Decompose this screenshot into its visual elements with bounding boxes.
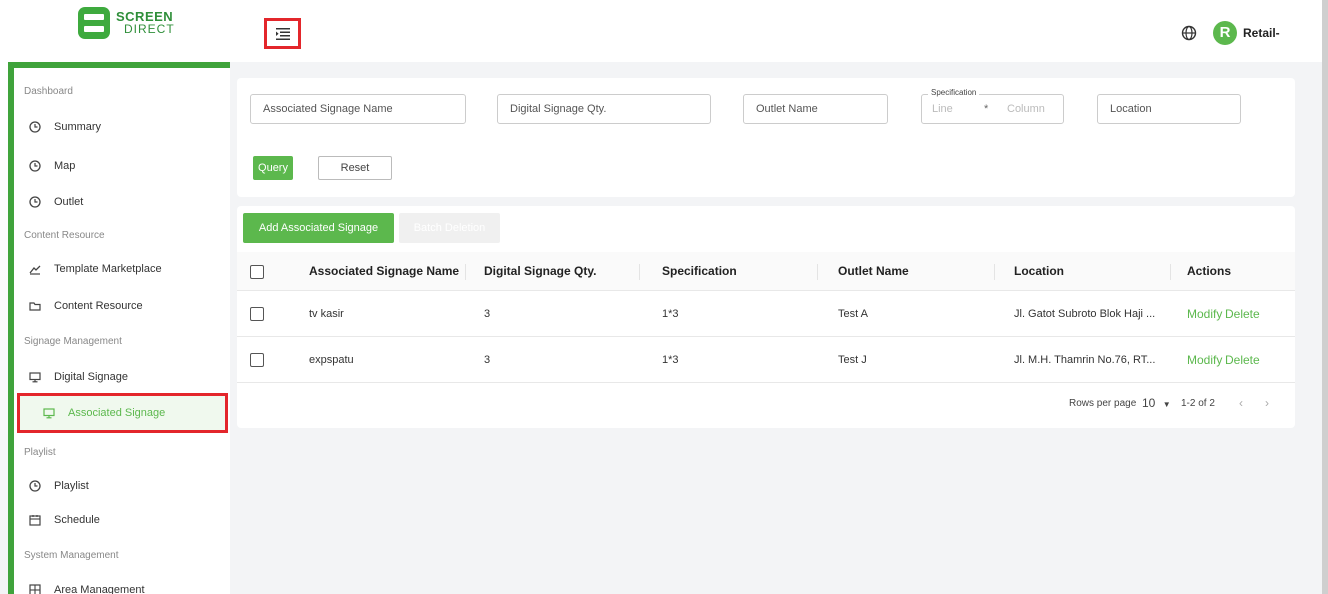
table-row: expspatu 3 1*3 Test J Jl. M.H. Thamrin N… [237,337,1295,383]
sidebar-item-summary[interactable]: Summary [28,116,101,138]
select-all-checkbox[interactable] [250,265,264,279]
top-header: SCREEN DIRECT R Retail- [0,0,1328,62]
calendar-icon [28,513,42,527]
sidebar-item-label: Content Resource [54,300,143,312]
add-associated-signage-button[interactable]: Add Associated Signage [243,213,394,243]
section-content-resource: Content Resource [24,230,105,241]
outlet-name-input[interactable]: Outlet Name [743,94,888,124]
column-divider [817,264,818,280]
column-header[interactable]: Associated Signage Name [309,252,459,291]
pagination-range: 1-2 of 2 [1181,398,1215,409]
associated-signage-name-input[interactable]: Associated Signage Name [250,94,466,124]
row-checkbox[interactable] [250,353,264,367]
sidebar-item-label: Outlet [54,196,84,208]
sidebar-item-schedule[interactable]: Schedule [28,509,100,531]
query-button[interactable]: Query [253,156,293,180]
sidebar-item-label: Playlist [54,480,89,492]
table-header: Associated Signage Name Digital Signage … [237,252,1295,291]
cell-name: expspatu [309,354,354,366]
sidebar-item-playlist[interactable]: Playlist [28,475,89,497]
column-header[interactable]: Location [1014,252,1064,291]
rows-per-page-label: Rows per page [1069,398,1137,409]
cell-qty: 3 [484,308,491,320]
column-header[interactable]: Digital Signage Qty. [484,252,596,291]
sidebar-item-template-marketplace[interactable]: Template Marketplace [28,258,162,280]
batch-deletion-button[interactable]: Batch Deletion [399,213,500,243]
grid-icon [28,583,42,594]
menu-collapse-button[interactable] [264,18,301,49]
row-checkbox[interactable] [250,307,264,321]
user-avatar[interactable]: R [1213,21,1237,45]
column-divider [465,264,466,280]
column-header[interactable]: Specification [662,252,737,291]
modify-link[interactable]: Modify [1187,291,1222,337]
folder-icon [28,299,42,313]
sidebar-item-map[interactable]: Map [28,155,75,177]
column-divider [1170,264,1171,280]
user-name[interactable]: Retail- [1243,26,1280,40]
cell-qty: 3 [484,354,491,366]
sidebar-item-label: Template Marketplace [54,263,162,275]
section-system-management: System Management [24,550,119,561]
clock-icon [28,479,42,493]
cell-location: Jl. Gatot Subroto Blok Haji ... [1014,308,1156,320]
column-header: Actions [1187,264,1232,278]
column-divider [994,264,995,280]
cell-spec: 1*3 [662,354,679,366]
monitor-icon [42,406,56,420]
table-row: tv kasir 3 1*3 Test A Jl. Gatot Subroto … [237,291,1295,337]
next-page-icon[interactable]: › [1265,396,1269,410]
sidebar-item-label: Summary [54,121,102,133]
delete-link[interactable]: Delete [1225,337,1260,383]
clock-icon [28,195,42,209]
sidebar-edge [0,62,14,594]
globe-icon[interactable] [1178,22,1200,44]
sidebar-item-label: Schedule [54,514,100,526]
column-divider [639,264,640,280]
rows-per-page-select[interactable]: 10 ▼ [1142,396,1171,410]
filter-panel: Associated Signage Name Digital Signage … [237,78,1295,197]
menu-collapse-icon [275,27,290,40]
spec-column-input[interactable]: Column [1007,103,1045,115]
specification-label: Specification [928,88,980,97]
logo-icon [78,7,110,39]
sidebar-item-outlet[interactable]: Outlet [28,191,83,213]
screen-direct-logo[interactable]: SCREEN DIRECT [78,7,175,39]
chart-line-icon [28,262,42,276]
sidebar-item-digital-signage[interactable]: Digital Signage [28,366,128,388]
cell-location: Jl. M.H. Thamrin No.76, RT... [1014,354,1156,366]
monitor-icon [28,370,42,384]
cell-name: tv kasir [309,308,344,320]
modify-link[interactable]: Modify [1187,337,1222,383]
digital-signage-qty-input[interactable]: Digital Signage Qty. [497,94,711,124]
sidebar-item-label: Map [54,160,76,172]
section-dashboard: Dashboard [24,86,73,97]
rows-per-page-value: 10 [1142,396,1156,410]
spec-separator: * [984,103,989,115]
sidebar-item-label: Area Management [54,584,145,594]
reset-button[interactable]: Reset [318,156,392,180]
cell-outlet: Test J [838,354,867,366]
sidebar-item-content-resource[interactable]: Content Resource [28,295,143,317]
sidebar-item-area-management[interactable]: Area Management [28,579,145,594]
section-signage-management: Signage Management [24,336,122,347]
sidebar-item-associated-signage[interactable]: Associated Signage [17,393,228,433]
specification-field: Specification Line * Column [921,88,1064,124]
sidebar-item-label: Digital Signage [54,371,128,383]
dropdown-caret-icon: ▼ [1162,400,1171,409]
clock-icon [28,120,42,134]
section-playlist: Playlist [24,447,56,458]
cell-spec: 1*3 [662,308,679,320]
logo-text-direct: DIRECT [124,22,175,36]
cell-outlet: Test A [838,308,868,320]
clock-icon [28,159,42,173]
table-panel: Add Associated Signage Batch Deletion As… [237,206,1295,428]
page-scrollbar[interactable] [1322,0,1328,594]
sidebar-item-label: Associated Signage [68,407,166,419]
column-header[interactable]: Outlet Name [838,252,909,291]
delete-link[interactable]: Delete [1225,291,1260,337]
prev-page-icon[interactable]: ‹ [1239,396,1243,410]
spec-line-input[interactable]: Line [932,103,953,115]
location-input[interactable]: Location [1097,94,1241,124]
